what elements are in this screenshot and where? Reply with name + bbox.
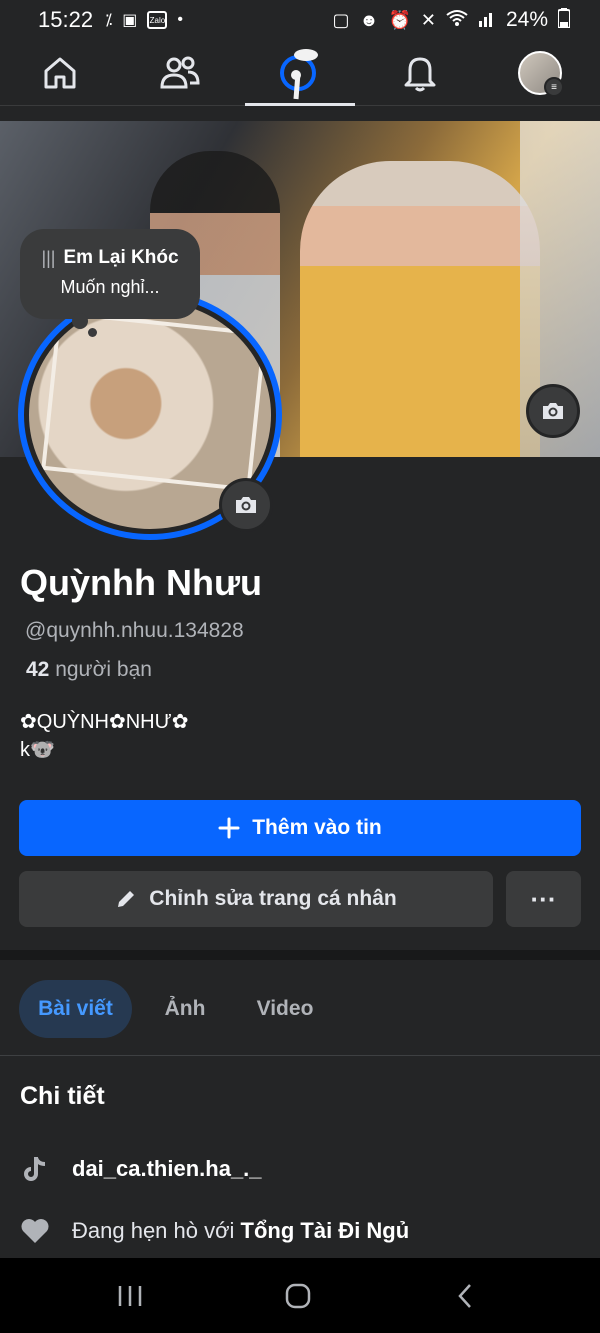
signal-icon (478, 9, 496, 32)
relationship-prefix: Đang hẹn hò với (72, 1218, 235, 1243)
back-chevron-icon (458, 1283, 471, 1308)
add-to-story-label: Thêm vào tin (252, 816, 382, 839)
relationship-partner[interactable]: Tổng Tài Đi Ngủ (241, 1218, 410, 1243)
battery-percent: 24% (505, 8, 548, 31)
friends-number: 42 (26, 658, 50, 681)
detail-relationship: Đang hẹn hò với Tổng Tài Đi Ngủ (20, 1216, 409, 1246)
nav-profile-sticker[interactable] (245, 40, 355, 106)
plus-icon (218, 817, 240, 839)
wifi-icon (446, 9, 468, 32)
home-circle-icon (285, 1283, 311, 1308)
note-song: ||| Em Lại Khóc (36, 247, 184, 269)
cover-person-right (300, 161, 540, 457)
tiktok-handle: dai_ca.thien.ha_._ (72, 1156, 262, 1181)
zalo-icon: Zalo (147, 11, 168, 29)
nav-menu[interactable]: ≡ (485, 40, 595, 106)
status-left-icons: ⁒ ▣ Zalo • (105, 10, 183, 30)
home-button[interactable] (253, 1258, 343, 1333)
edit-avatar-button[interactable] (219, 478, 273, 532)
top-nav: ≡ (0, 40, 600, 106)
edit-profile-button[interactable]: Chỉnh sửa trang cá nhân (19, 871, 493, 927)
friends-label: người bạn (55, 658, 152, 681)
detail-tiktok[interactable]: dai_ca.thien.ha_._ (20, 1154, 262, 1184)
note-text: Muốn nghỉ... (60, 277, 160, 297)
edit-cover-button[interactable] (526, 384, 580, 438)
friends-icon (160, 56, 200, 89)
note-tail-small (88, 328, 97, 337)
status-time: 15:22 (38, 7, 94, 32)
pencil-icon (118, 891, 135, 907)
profile-name: Quỳnhh Nhưu (20, 562, 263, 603)
nav-home[interactable] (5, 40, 115, 106)
profile-username: @quynhh.nhuu.134828 (25, 619, 244, 642)
friends-count[interactable]: 42 người bạn (26, 658, 152, 682)
missed-call-icon: ⁒ (105, 12, 113, 29)
tab-photos[interactable]: Ảnh (150, 980, 220, 1038)
tabs-divider (0, 1055, 600, 1056)
camera-icon (543, 403, 563, 419)
recent-apps-button[interactable] (85, 1258, 175, 1333)
sticker-icon (280, 49, 318, 100)
app-icon: ▢ (332, 9, 350, 30)
nav-friends[interactable] (125, 40, 235, 106)
music-bars-icon: ||| (41, 247, 56, 268)
bio-line-2: k🐨 (20, 739, 55, 761)
status-right-icons: ▢ ☻ ⏰ ✕ 24% (332, 7, 571, 33)
tab-posts[interactable]: Bài viết (19, 980, 132, 1038)
note-tail (72, 313, 88, 329)
avatar-mirror-frame (41, 310, 267, 492)
dot-icon: • (177, 11, 183, 28)
details-title: Chi tiết (20, 1082, 105, 1110)
more-dots-icon: ··· (530, 883, 557, 914)
note-song-title: Em Lại Khóc (63, 247, 179, 268)
bio-line-1: ✿QUỲNH✿NHƯ✿ (20, 711, 189, 733)
profile-note[interactable]: ||| Em Lại Khóc Muốn nghỉ... (20, 229, 200, 319)
heart-icon (20, 1216, 50, 1246)
profile-bio: ✿QUỲNH✿NHƯ✿ k🐨 (20, 708, 188, 764)
recent-apps-icon (118, 1285, 142, 1306)
alarm-icon: ⏰ (388, 9, 411, 30)
profile-tabs: Bài viết Ảnh Video (0, 980, 600, 1038)
camera-icon (236, 497, 256, 513)
tab-videos[interactable]: Video (242, 980, 328, 1038)
back-button[interactable] (420, 1258, 510, 1333)
tiktok-icon (20, 1154, 50, 1184)
more-options-button[interactable]: ··· (506, 871, 581, 927)
system-nav-bar (0, 1258, 600, 1333)
battery-icon (557, 7, 571, 33)
home-icon (44, 57, 76, 89)
nav-notifications[interactable] (365, 40, 475, 106)
image-icon: ▣ (122, 12, 138, 29)
pet-icon: ☻ (359, 9, 379, 30)
mute-icon: ✕ (420, 9, 436, 30)
edit-profile-label: Chỉnh sửa trang cá nhân (149, 887, 397, 910)
status-bar: 15:22 ⁒ ▣ Zalo • ▢ ☻ ⏰ ✕ 24% (0, 0, 600, 40)
avatar-menu-icon: ≡ (518, 51, 564, 97)
section-divider (0, 950, 600, 960)
add-to-story-button[interactable]: Thêm vào tin (19, 800, 581, 856)
menu-lines-icon: ≡ (544, 77, 564, 97)
bell-icon (404, 57, 436, 92)
